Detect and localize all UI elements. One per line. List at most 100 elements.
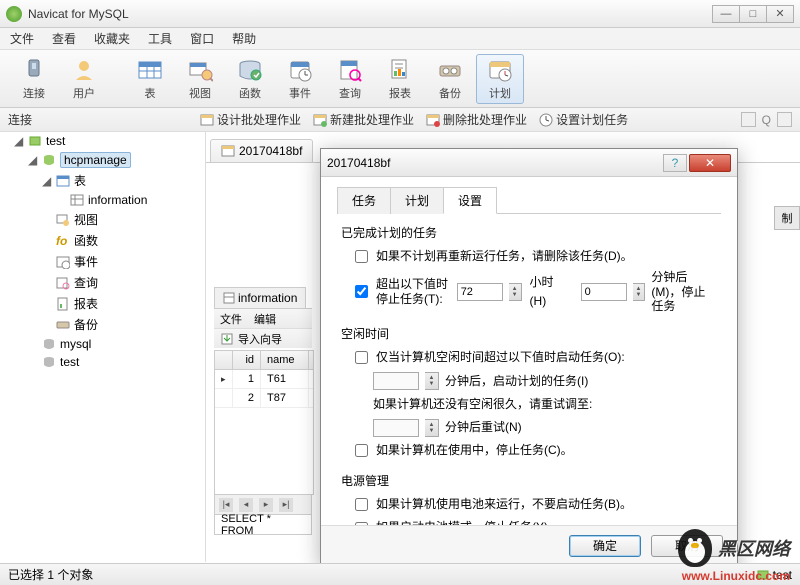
tree-node-information[interactable]: information	[88, 193, 147, 207]
section3-title: 电源管理	[341, 472, 717, 489]
tool-report[interactable]: 报表	[376, 54, 424, 104]
tool-backup[interactable]: 备份	[426, 54, 474, 104]
tool-query[interactable]: 查询	[326, 54, 374, 104]
tool-user[interactable]: 用户	[60, 54, 108, 104]
app-logo-icon	[6, 6, 22, 22]
tool-table[interactable]: 表	[126, 54, 174, 104]
sub-toolbar: 连接 设计批处理作业 新建批处理作业 删除批处理作业 设置计划任务 Q	[0, 108, 800, 132]
tree-node-mysql[interactable]: mysql	[60, 337, 91, 351]
tool-function[interactable]: 函数	[226, 54, 274, 104]
main-toolbar: 连接 用户 表 视图 函数 事件 查询 报表 备份 计划	[0, 50, 800, 108]
info-menubar: 文件 编辑	[214, 308, 312, 328]
grid-view-icon[interactable]	[777, 112, 792, 127]
cb-no-start-on-battery[interactable]	[355, 498, 368, 511]
tool-connect[interactable]: 连接	[10, 54, 58, 104]
sql-preview: SELECT * FROM	[214, 515, 312, 535]
tree-toggle[interactable]: ◢	[42, 174, 52, 188]
database-icon	[42, 355, 56, 369]
menu-tools[interactable]: 工具	[148, 30, 172, 47]
info-menu-edit[interactable]: 编辑	[254, 311, 276, 327]
tree-node-backups[interactable]: 备份	[74, 316, 98, 333]
document-tab-label: 20170418bf	[239, 144, 302, 158]
nav-first-icon[interactable]: |◂	[219, 498, 233, 512]
tree-toggle[interactable]: ◢	[28, 153, 38, 167]
tree-node-views[interactable]: 视图	[74, 211, 98, 228]
tree-node-reports[interactable]: 报表	[74, 295, 98, 312]
report-icon	[56, 297, 70, 311]
action-design-batch[interactable]: 设计批处理作业	[200, 111, 301, 128]
cb-idle-start[interactable]	[355, 351, 368, 364]
import-wizard[interactable]: 导入向导	[238, 331, 282, 347]
tree-node-db[interactable]: hcpmanage	[60, 152, 131, 168]
backup-icon	[56, 318, 70, 332]
tree-node-server[interactable]: test	[46, 134, 65, 148]
data-grid[interactable]: id name 1T61 2T87	[214, 350, 314, 495]
close-button[interactable]: ✕	[766, 5, 794, 23]
retry-minutes-input[interactable]	[373, 419, 419, 437]
dialog-help-button[interactable]: ?	[663, 154, 687, 172]
menu-favorites[interactable]: 收藏夹	[94, 30, 130, 47]
information-subpanel: information 文件 编辑 导入向导 id name 1T61	[214, 284, 312, 544]
dialog-tab-settings[interactable]: 设置	[443, 187, 497, 214]
table-icon	[70, 193, 84, 207]
connection-label: 连接	[8, 111, 32, 128]
menubar: 文件 查看 收藏夹 工具 窗口 帮助	[0, 28, 800, 50]
query-icon	[56, 276, 70, 290]
func-icon: fo	[56, 234, 70, 248]
info-menu-file[interactable]: 文件	[220, 311, 242, 327]
nav-next-icon[interactable]: ▸	[259, 498, 273, 512]
idle-minutes-input[interactable]	[373, 372, 419, 390]
info-tab[interactable]: information	[214, 287, 306, 308]
dialog-tab-task[interactable]: 任务	[337, 187, 391, 214]
minutes-input[interactable]	[581, 283, 627, 301]
penguin-icon	[678, 529, 712, 567]
action-delete-batch[interactable]: 删除批处理作业	[426, 111, 527, 128]
refresh-icon[interactable]	[741, 112, 756, 127]
action-new-batch[interactable]: 新建批处理作业	[313, 111, 414, 128]
tree-node-queries[interactable]: 查询	[74, 274, 98, 291]
search-icon[interactable]: Q	[762, 113, 771, 127]
nav-last-icon[interactable]: ▸|	[279, 498, 293, 512]
cb-stop-after-duration[interactable]	[355, 285, 368, 298]
menu-help[interactable]: 帮助	[232, 30, 256, 47]
cb-delete-if-not-scheduled[interactable]	[355, 250, 368, 263]
idle-minutes-spinner[interactable]: ▲▼	[425, 372, 439, 390]
tree-node-testdb[interactable]: test	[60, 355, 79, 369]
col-id[interactable]: id	[233, 351, 261, 369]
nav-prev-icon[interactable]: ◂	[239, 498, 253, 512]
col-name[interactable]: name	[261, 351, 309, 369]
table-row[interactable]: 2T87	[215, 389, 313, 408]
dialog-close-button[interactable]: ✕	[689, 154, 731, 172]
minimize-button[interactable]: —	[712, 5, 740, 23]
tool-schedule[interactable]: 计划	[476, 54, 524, 104]
section1-title: 已完成计划的任务	[341, 224, 717, 241]
connection-tree: ◢test ◢hcpmanage ◢表 information 视图 fo函数 …	[0, 132, 206, 562]
tree-toggle[interactable]: ◢	[14, 134, 24, 148]
document-tab[interactable]: 20170418bf	[210, 139, 313, 162]
maximize-button[interactable]: □	[739, 5, 767, 23]
table-row[interactable]: 1T61	[215, 370, 313, 389]
minutes-spinner[interactable]: ▲▼	[633, 283, 646, 301]
ok-button[interactable]: 确定	[569, 535, 641, 557]
dialog-title: 20170418bf	[327, 156, 663, 170]
tool-event[interactable]: 事件	[276, 54, 324, 104]
menu-window[interactable]: 窗口	[190, 30, 214, 47]
side-tab[interactable]: 制	[774, 206, 800, 230]
dialog-tab-plan[interactable]: 计划	[390, 187, 444, 214]
cb-stop-if-in-use[interactable]	[355, 444, 368, 457]
database-icon	[42, 153, 56, 167]
action-set-schedule[interactable]: 设置计划任务	[539, 111, 628, 128]
tree-node-functions[interactable]: 函数	[74, 232, 98, 249]
menu-view[interactable]: 查看	[52, 30, 76, 47]
hours-input[interactable]	[457, 283, 503, 301]
event-icon	[56, 255, 70, 269]
retry-minutes-spinner[interactable]: ▲▼	[425, 419, 439, 437]
import-icon	[220, 332, 234, 346]
menu-file[interactable]: 文件	[10, 30, 34, 47]
watermark-url: www.Linuxidc.com	[682, 569, 790, 583]
tree-node-tables[interactable]: 表	[74, 172, 86, 189]
tool-view[interactable]: 视图	[176, 54, 224, 104]
tree-node-events[interactable]: 事件	[74, 253, 98, 270]
hours-spinner[interactable]: ▲▼	[509, 283, 522, 301]
database-icon	[42, 337, 56, 351]
